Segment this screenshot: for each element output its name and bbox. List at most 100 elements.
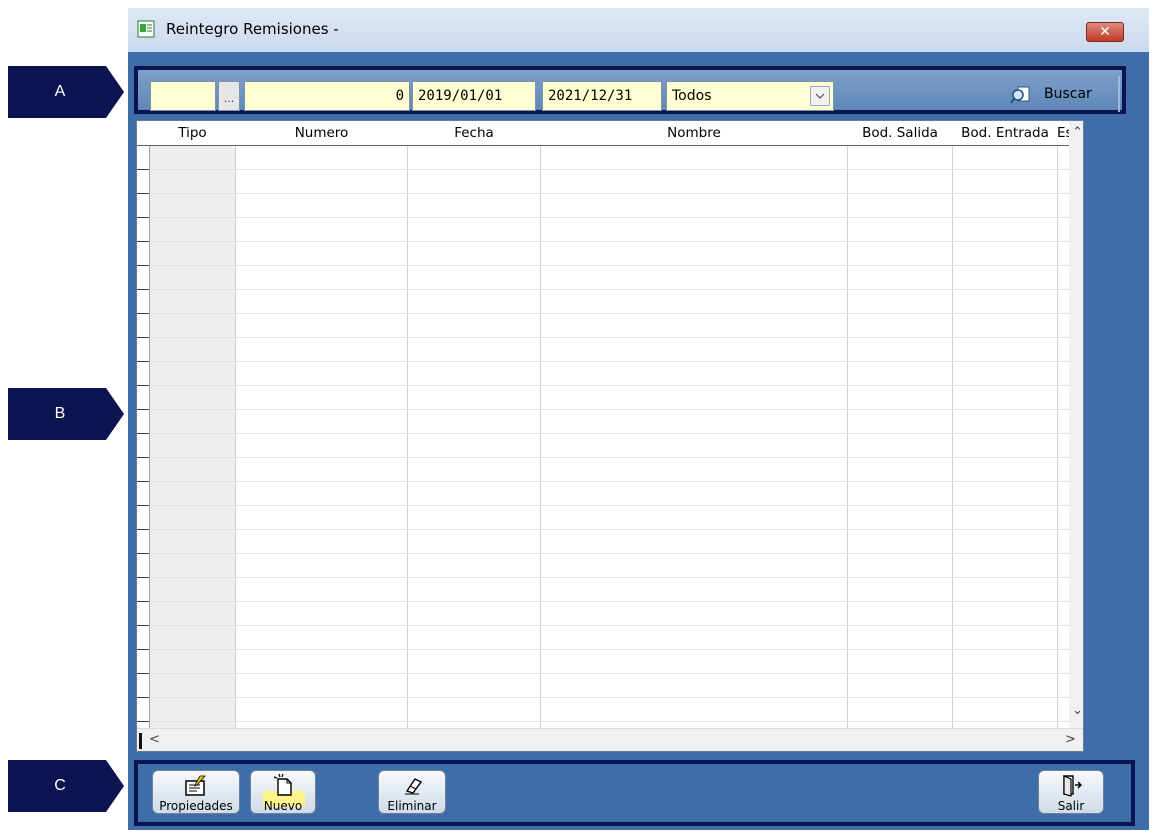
row-selector-column[interactable] <box>137 146 150 728</box>
row-selector-tick <box>137 625 149 626</box>
horizontal-scrollbar[interactable]: < > <box>137 728 1083 751</box>
grid-row-divider <box>150 649 1070 650</box>
chevron-down-icon[interactable]: ⌄ <box>1072 703 1083 718</box>
magnifier-document-icon <box>1010 86 1030 104</box>
callout-c: C <box>8 760 124 812</box>
grid-row-divider <box>150 217 1070 218</box>
tipo-column-shading <box>150 146 235 728</box>
column-header-bod-entrada[interactable]: Bod. Entrada <box>953 121 1057 145</box>
grid-column-divider <box>235 121 236 728</box>
grid-row-divider <box>150 553 1070 554</box>
grid-row-divider <box>150 577 1070 578</box>
grid-row-divider <box>150 169 1070 170</box>
app-window: Reintegro Remisiones - ✕ ... 0 2019/01/0… <box>128 8 1149 830</box>
grid-row-divider <box>150 697 1070 698</box>
row-selector-tick <box>137 289 149 290</box>
status-select-value: Todos <box>672 88 712 104</box>
properties-button-label: Propiedades <box>159 799 233 813</box>
grid-row-divider <box>150 313 1070 314</box>
date-to-input[interactable]: 2021/12/31 <box>542 81 662 111</box>
window-title: Reintegro Remisiones - <box>166 20 339 38</box>
column-header-fecha[interactable]: Fecha <box>408 121 540 145</box>
delete-button[interactable]: Eliminar <box>378 770 446 814</box>
grid-column-divider <box>847 121 848 728</box>
chevron-left-icon[interactable]: < <box>149 732 160 747</box>
callout-a: A <box>8 66 124 118</box>
grid-row-divider <box>150 625 1070 626</box>
exit-button[interactable]: Salir <box>1038 770 1104 814</box>
new-document-icon <box>273 773 292 796</box>
grid-row-divider <box>150 265 1070 266</box>
grid-row-divider <box>150 433 1070 434</box>
row-selector-tick <box>137 481 149 482</box>
grid-row-divider <box>150 481 1070 482</box>
row-selector-tick <box>137 313 149 314</box>
number-input[interactable]: 0 <box>244 81 410 111</box>
grid-row-divider <box>150 361 1070 362</box>
scroll-thumb[interactable] <box>139 733 142 749</box>
search-button-label: Buscar <box>1044 86 1092 102</box>
column-header-numero[interactable]: Numero <box>236 121 407 145</box>
column-header-bod-salida[interactable]: Bod. Salida <box>848 121 952 145</box>
chevron-down-icon[interactable] <box>810 86 830 106</box>
row-selector-tick <box>137 577 149 578</box>
row-selector-tick <box>137 673 149 674</box>
grid-column-divider <box>952 121 953 728</box>
grid-row-divider <box>150 673 1070 674</box>
row-selector-tick <box>137 193 149 194</box>
row-selector-tick <box>137 649 149 650</box>
document-icon <box>137 20 155 38</box>
grid-row-divider <box>150 409 1070 410</box>
filter-bar: ... 0 2019/01/01 2021/12/31 Todos Buscar <box>134 66 1126 114</box>
row-selector-tick <box>137 385 149 386</box>
row-selector-tick <box>137 697 149 698</box>
new-button-label: Nuevo <box>263 799 303 813</box>
date-from-input[interactable]: 2019/01/01 <box>412 81 536 111</box>
toolbar-separator <box>1118 76 1120 112</box>
grid-row-divider <box>150 601 1070 602</box>
grid-header: Tipo Numero Fecha Nombre Bod. Salida Bod… <box>137 121 1083 146</box>
grid-row-divider <box>150 505 1070 506</box>
row-selector-tick <box>137 241 149 242</box>
row-selector-tick <box>137 265 149 266</box>
grid-row-divider <box>150 529 1070 530</box>
new-button[interactable]: Nuevo <box>250 770 316 814</box>
code-input[interactable] <box>150 81 216 111</box>
row-selector-tick <box>137 505 149 506</box>
grid-row-divider <box>150 385 1070 386</box>
lookup-button[interactable]: ... <box>218 81 240 111</box>
title-bar[interactable]: Reintegro Remisiones - ✕ <box>128 8 1149 52</box>
chevron-up-icon[interactable]: ⌃ <box>1072 125 1083 140</box>
row-selector-tick <box>137 601 149 602</box>
eraser-icon <box>405 778 423 795</box>
grid-row-divider <box>150 289 1070 290</box>
close-x-icon: ✕ <box>1099 24 1111 40</box>
grid-row-divider <box>150 337 1070 338</box>
grid-row-divider <box>150 193 1070 194</box>
column-header-tipo[interactable]: Tipo <box>150 121 235 145</box>
exit-button-label: Salir <box>1057 799 1085 813</box>
row-selector-tick <box>137 433 149 434</box>
row-selector-tick <box>137 337 149 338</box>
callout-b: B <box>8 388 124 440</box>
grid-column-divider <box>540 121 541 728</box>
search-button[interactable]: Buscar <box>1004 79 1110 109</box>
status-select[interactable]: Todos <box>666 81 834 111</box>
row-selector-tick <box>137 361 149 362</box>
row-selector-tick <box>137 217 149 218</box>
close-button[interactable]: ✕ <box>1086 22 1124 42</box>
results-grid[interactable]: Tipo Numero Fecha Nombre Bod. Salida Bod… <box>136 120 1084 752</box>
vertical-scrollbar[interactable]: ⌃ ⌄ <box>1069 121 1083 728</box>
column-header-nombre[interactable]: Nombre <box>541 121 847 145</box>
row-selector-tick <box>137 457 149 458</box>
grid-row-divider <box>150 241 1070 242</box>
grid-column-divider <box>407 121 408 728</box>
bottom-toolbar: Propiedades Nuevo Eliminar Salir <box>134 760 1135 826</box>
properties-button[interactable]: Propiedades <box>152 770 240 814</box>
callout-a-label: A <box>54 83 66 100</box>
delete-button-label: Eliminar <box>387 799 437 813</box>
callout-c-label: C <box>54 777 66 794</box>
chevron-right-icon[interactable]: > <box>1065 732 1076 747</box>
grid-column-divider <box>1057 121 1058 728</box>
exit-door-icon <box>1063 775 1082 797</box>
